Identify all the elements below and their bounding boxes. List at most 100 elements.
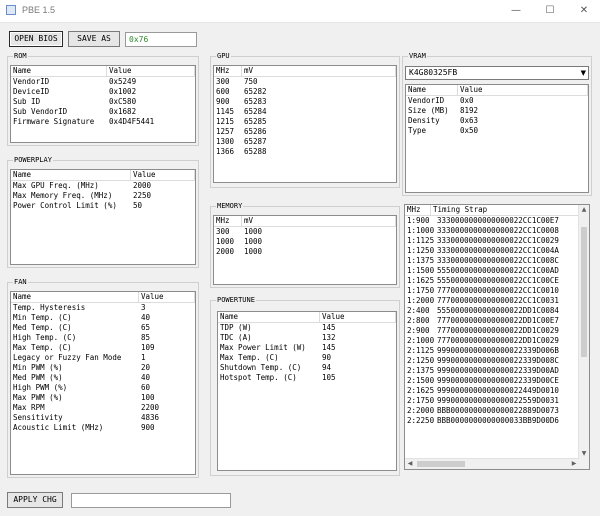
table-row[interactable]: High Temp. (C) 85 (11, 333, 195, 343)
table-row[interactable]: Acoustic Limit (MHz) 900 (11, 423, 195, 433)
table-row[interactable]: 1:1750 7770000000000000022CC1C0010 (405, 286, 589, 296)
table-row[interactable]: Med PWM (%) 40 (11, 373, 195, 383)
table-row[interactable]: 900 65283 (214, 97, 396, 107)
timing-column-mhz[interactable]: MHz (405, 205, 431, 215)
timing-horizontal-scrollbar[interactable]: ◀ ▶ (405, 458, 579, 469)
table-row[interactable]: 1257 65286 (214, 127, 396, 137)
close-button[interactable]: ✕ (570, 2, 598, 20)
timing-strap-list[interactable]: MHz Timing Strap 1:900 333000000000000002… (404, 204, 590, 470)
table-row[interactable]: Max Temp. (C) 109 (11, 343, 195, 353)
table-row[interactable]: 2:1750 9990000000000000022559D0031 (405, 396, 589, 406)
gpu-column-mhz[interactable]: MHz (214, 66, 242, 76)
scroll-right-icon[interactable]: ▶ (569, 460, 579, 468)
table-row[interactable]: 1145 65284 (214, 107, 396, 117)
table-row[interactable]: Sensitivity 4836 (11, 413, 195, 423)
table-row[interactable]: Min PWM (%) 20 (11, 363, 195, 373)
rom-list[interactable]: Name Value VendorID 0x5249 DeviceID 0x1002… (10, 65, 196, 143)
fan-column-name[interactable]: Name (11, 292, 139, 302)
table-row[interactable]: High PWM (%) 60 (11, 383, 195, 393)
scroll-thumb[interactable] (581, 227, 587, 357)
table-row[interactable]: Firmware Signature 0x4D4F5441 (11, 117, 195, 127)
table-row[interactable]: 1000 1000 (214, 237, 396, 247)
table-row[interactable]: 1300 65287 (214, 137, 396, 147)
table-row[interactable]: Shutdown Temp. (C) 94 (218, 363, 396, 373)
table-row[interactable]: 2:800 7770000000000000022DD1C00E7 (405, 316, 589, 326)
table-row[interactable]: 1:2000 7770000000000000022CC1C0031 (405, 296, 589, 306)
scroll-down-icon[interactable]: ▼ (579, 450, 589, 458)
timing-column-strap[interactable]: Timing Strap (431, 205, 581, 215)
table-row[interactable]: 1:1375 3330000000000000022CC1C008C (405, 256, 589, 266)
apply-changes-button[interactable]: APPLY CHG (7, 492, 63, 508)
table-row[interactable]: Max Memory Freq. (MHz) 2250 (11, 191, 195, 201)
table-row[interactable]: 1215 65285 (214, 117, 396, 127)
checksum-field[interactable]: 0x76 (125, 32, 197, 47)
table-row[interactable]: 2:1250 9990000000000000022339D008C (405, 356, 589, 366)
table-row[interactable]: VendorID 0x5249 (11, 77, 195, 87)
table-row[interactable]: Density 0x63 (406, 116, 588, 126)
table-row[interactable]: 2:400 5550000000000000022DD1C0084 (405, 306, 589, 316)
powerplay-list[interactable]: Name Value Max GPU Freq. (MHz) 2000 Max M… (10, 169, 196, 265)
vram-list[interactable]: Name Value VendorID 0x0 Size (MB) 8192 Den… (405, 84, 589, 193)
table-row[interactable]: 2:1125 9990000000000000022339D006B (405, 346, 589, 356)
table-row[interactable]: 2:1625 9990000000000000022449D0010 (405, 386, 589, 396)
rom-column-name[interactable]: Name (11, 66, 107, 76)
table-row[interactable]: Min Temp. (C) 40 (11, 313, 195, 323)
minimize-button[interactable]: — (502, 2, 530, 20)
timing-vertical-scrollbar[interactable]: ▲ ▼ (578, 205, 589, 459)
memory-column-mhz[interactable]: MHz (214, 216, 242, 226)
table-row[interactable]: 300 750 (214, 77, 396, 87)
table-row[interactable]: 1:1500 5550000000000000022CC1C00AD (405, 266, 589, 276)
table-row[interactable]: Hotspot Temp. (C) 105 (218, 373, 396, 383)
table-row[interactable]: Legacy or Fuzzy Fan Mode 1 (11, 353, 195, 363)
table-row[interactable]: 1366 65288 (214, 147, 396, 157)
table-row[interactable]: 1:1000 3330000000000000022CC1C0008 (405, 226, 589, 236)
table-row[interactable]: Size (MB) 8192 (406, 106, 588, 116)
table-row[interactable]: 2:1500 9990000000000000022339D00CE (405, 376, 589, 386)
table-row[interactable]: Sub VendorID 0x1682 (11, 107, 195, 117)
table-row[interactable]: 2:1000 7770000000000000022DD1C0029 (405, 336, 589, 346)
table-row[interactable]: Temp. Hysteresis 3 (11, 303, 195, 313)
table-row[interactable]: 1:1625 5550000000000000022CC1C00CE (405, 276, 589, 286)
table-row[interactable]: Max PWM (%) 100 (11, 393, 195, 403)
table-row[interactable]: Max Power Limit (W) 145 (218, 343, 396, 353)
table-row[interactable]: TDC (A) 132 (218, 333, 396, 343)
table-row[interactable]: VendorID 0x0 (406, 96, 588, 106)
memory-list[interactable]: MHz mV 300 1000 1000 1000 2000 1000 (213, 215, 397, 285)
table-row[interactable]: 1:1125 3330000000000000022CC1C0029 (405, 236, 589, 246)
table-row[interactable]: Max RPM 2200 (11, 403, 195, 413)
table-row[interactable]: 300 1000 (214, 227, 396, 237)
table-row[interactable]: Max GPU Freq. (MHz) 2000 (11, 181, 195, 191)
table-row[interactable]: DeviceID 0x1002 (11, 87, 195, 97)
save-as-button[interactable]: SAVE AS (68, 31, 120, 47)
vram-column-value[interactable]: Value (458, 85, 588, 95)
powertune-column-name[interactable]: Name (218, 312, 320, 322)
powerplay-column-value[interactable]: Value (131, 170, 195, 180)
powerplay-column-name[interactable]: Name (11, 170, 131, 180)
powertune-list[interactable]: Name Value TDP (W) 145 TDC (A) 132 Max Pow… (217, 311, 397, 471)
vram-column-name[interactable]: Name (406, 85, 458, 95)
table-row[interactable]: Med Temp. (C) 65 (11, 323, 195, 333)
gpu-column-mv[interactable]: mV (242, 66, 396, 76)
table-row[interactable]: 2000 1000 (214, 247, 396, 257)
maximize-button[interactable]: ☐ (536, 2, 564, 20)
scroll-left-icon[interactable]: ◀ (405, 460, 415, 468)
table-row[interactable]: TDP (W) 145 (218, 323, 396, 333)
table-row[interactable]: 1:900 3330000000000000022CC1C00E7 (405, 216, 589, 226)
table-row[interactable]: 1:1250 3330000000000000022CC1C004A (405, 246, 589, 256)
table-row[interactable]: 2:2000 BBB0000000000000022889D0073 (405, 406, 589, 416)
table-row[interactable]: 2:1375 9990000000000000022339D00AD (405, 366, 589, 376)
gpu-list[interactable]: MHz mV 300 750 600 65282 900 65283 1145 6528… (213, 65, 397, 183)
chevron-down-icon[interactable]: ▼ (581, 67, 586, 79)
powertune-column-value[interactable]: Value (320, 312, 396, 322)
table-row[interactable]: Type 0x50 (406, 126, 588, 136)
table-row[interactable]: 600 65282 (214, 87, 396, 97)
table-row[interactable]: 2:2250 BBB0000000000000033BB9D00D6 (405, 416, 589, 426)
status-field[interactable] (71, 493, 231, 508)
vram-select[interactable]: K4G80325FB ▼ (405, 66, 589, 80)
table-row[interactable]: 2:900 7770000000000000022DD1C0029 (405, 326, 589, 336)
table-row[interactable]: Power Control Limit (%) 50 (11, 201, 195, 211)
fan-list[interactable]: Name Value Temp. Hysteresis 3 Min Temp. (… (10, 291, 196, 475)
rom-column-value[interactable]: Value (107, 66, 195, 76)
scroll-up-icon[interactable]: ▲ (579, 206, 589, 214)
table-row[interactable]: Max Temp. (C) 90 (218, 353, 396, 363)
